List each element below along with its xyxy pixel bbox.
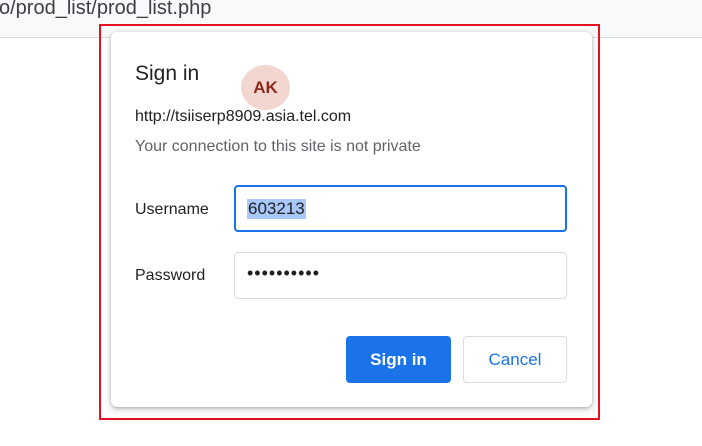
cancel-button[interactable]: Cancel [463, 336, 567, 383]
dialog-title: Sign in [135, 62, 200, 85]
password-value: •••••••••• [247, 263, 321, 283]
site-host: http://tsiiserp8909.asia.tel.com [135, 108, 352, 125]
password-field[interactable]: •••••••••• [234, 252, 567, 299]
sign-in-dialog: Sign in AK http://tsiiserp8909.asia.tel.… [111, 32, 592, 407]
page: o/prod_list/prod_list.php Sign in AK htt… [0, 0, 702, 446]
sign-in-button[interactable]: Sign in [346, 336, 451, 383]
username-label: Username [135, 201, 209, 218]
password-label: Password [135, 267, 206, 284]
privacy-warning: Your connection to this site is not priv… [135, 138, 421, 155]
username-value: 603213 [247, 199, 306, 219]
username-field[interactable]: 603213 [234, 185, 567, 232]
address-bar-url: o/prod_list/prod_list.php [0, 0, 212, 19]
avatar: AK [241, 65, 290, 110]
